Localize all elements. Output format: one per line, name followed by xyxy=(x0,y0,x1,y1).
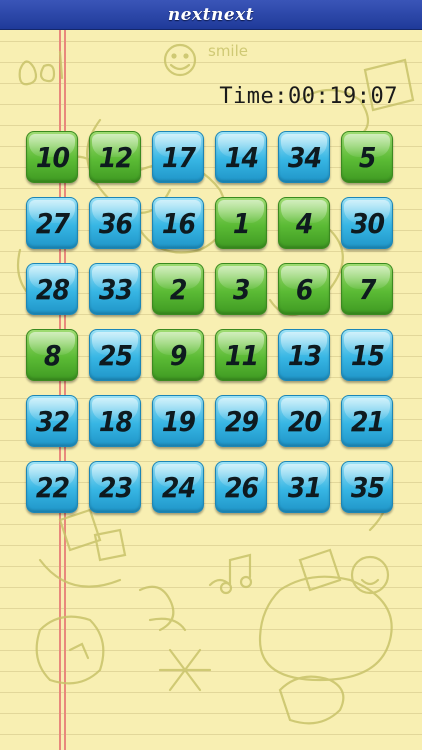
number-grid: 10 12 17 14 34 5 27 36 16 1 4 30 28 33 2 3 6 7 8 25 9 11 13 15 3… xyxy=(26,131,393,513)
number-tile[interactable]: 18 xyxy=(89,395,141,447)
number-tile[interactable]: 26 xyxy=(215,461,267,513)
number-tile[interactable]: 4 xyxy=(278,197,330,249)
tile-number: 33 xyxy=(98,272,132,306)
number-tile[interactable]: 35 xyxy=(341,461,393,513)
tile-number: 31 xyxy=(287,470,321,504)
number-tile[interactable]: 29 xyxy=(215,395,267,447)
tile-number: 25 xyxy=(98,338,132,372)
timer-display: Time:00:19:07 xyxy=(219,84,398,109)
tile-number: 26 xyxy=(224,470,258,504)
doodle-smile-text: smile xyxy=(208,42,248,60)
tile-number: 5 xyxy=(358,140,377,174)
tile-number: 13 xyxy=(287,338,321,372)
number-tile[interactable]: 30 xyxy=(341,197,393,249)
number-tile[interactable]: 17 xyxy=(152,131,204,183)
tile-number: 35 xyxy=(350,470,384,504)
number-tile[interactable]: 13 xyxy=(278,329,330,381)
number-tile[interactable]: 10 xyxy=(26,131,78,183)
number-tile[interactable]: 6 xyxy=(278,263,330,315)
number-tile[interactable]: 8 xyxy=(26,329,78,381)
number-tile[interactable]: 31 xyxy=(278,461,330,513)
number-tile[interactable]: 12 xyxy=(89,131,141,183)
number-tile[interactable]: 33 xyxy=(89,263,141,315)
number-tile[interactable]: 16 xyxy=(152,197,204,249)
tile-number: 8 xyxy=(43,338,62,372)
tile-number: 21 xyxy=(350,404,384,438)
number-tile[interactable]: 23 xyxy=(89,461,141,513)
number-tile[interactable]: 27 xyxy=(26,197,78,249)
tile-number: 23 xyxy=(98,470,132,504)
tile-number: 11 xyxy=(224,338,258,372)
tile-number: 19 xyxy=(161,404,195,438)
tile-number: 18 xyxy=(98,404,132,438)
tile-number: 16 xyxy=(161,206,195,240)
tile-number: 2 xyxy=(169,272,188,306)
number-tile[interactable]: 15 xyxy=(341,329,393,381)
tile-number: 28 xyxy=(35,272,69,306)
tile-number: 6 xyxy=(295,272,314,306)
tile-number: 3 xyxy=(232,272,251,306)
number-tile[interactable]: 3 xyxy=(215,263,267,315)
tile-number: 32 xyxy=(35,404,69,438)
tile-number: 7 xyxy=(358,272,377,306)
number-tile[interactable]: 24 xyxy=(152,461,204,513)
number-tile[interactable]: 11 xyxy=(215,329,267,381)
tile-number: 12 xyxy=(98,140,132,174)
tile-number: 34 xyxy=(287,140,321,174)
number-tile[interactable]: 22 xyxy=(26,461,78,513)
tile-number: 10 xyxy=(35,140,69,174)
tile-number: 15 xyxy=(350,338,384,372)
tile-number: 22 xyxy=(35,470,69,504)
number-tile[interactable]: 34 xyxy=(278,131,330,183)
tile-number: 20 xyxy=(287,404,321,438)
tile-number: 17 xyxy=(161,140,195,174)
number-tile[interactable]: 21 xyxy=(341,395,393,447)
app-title: nextnext xyxy=(167,4,255,25)
number-tile[interactable]: 7 xyxy=(341,263,393,315)
tile-number: 36 xyxy=(98,206,132,240)
number-tile[interactable]: 14 xyxy=(215,131,267,183)
tile-number: 24 xyxy=(161,470,195,504)
number-tile[interactable]: 32 xyxy=(26,395,78,447)
tile-number: 14 xyxy=(224,140,258,174)
tile-number: 27 xyxy=(35,206,69,240)
title-bar: nextnext xyxy=(0,0,422,30)
number-tile[interactable]: 36 xyxy=(89,197,141,249)
tile-number: 30 xyxy=(350,206,384,240)
number-tile[interactable]: 19 xyxy=(152,395,204,447)
number-tile[interactable]: 2 xyxy=(152,263,204,315)
number-tile[interactable]: 9 xyxy=(152,329,204,381)
number-tile[interactable]: 1 xyxy=(215,197,267,249)
number-tile[interactable]: 20 xyxy=(278,395,330,447)
tile-number: 29 xyxy=(224,404,258,438)
tile-number: 9 xyxy=(169,338,188,372)
tile-number: 1 xyxy=(232,206,251,240)
number-tile[interactable]: 5 xyxy=(341,131,393,183)
number-tile[interactable]: 28 xyxy=(26,263,78,315)
number-tile[interactable]: 25 xyxy=(89,329,141,381)
tile-number: 4 xyxy=(295,206,314,240)
